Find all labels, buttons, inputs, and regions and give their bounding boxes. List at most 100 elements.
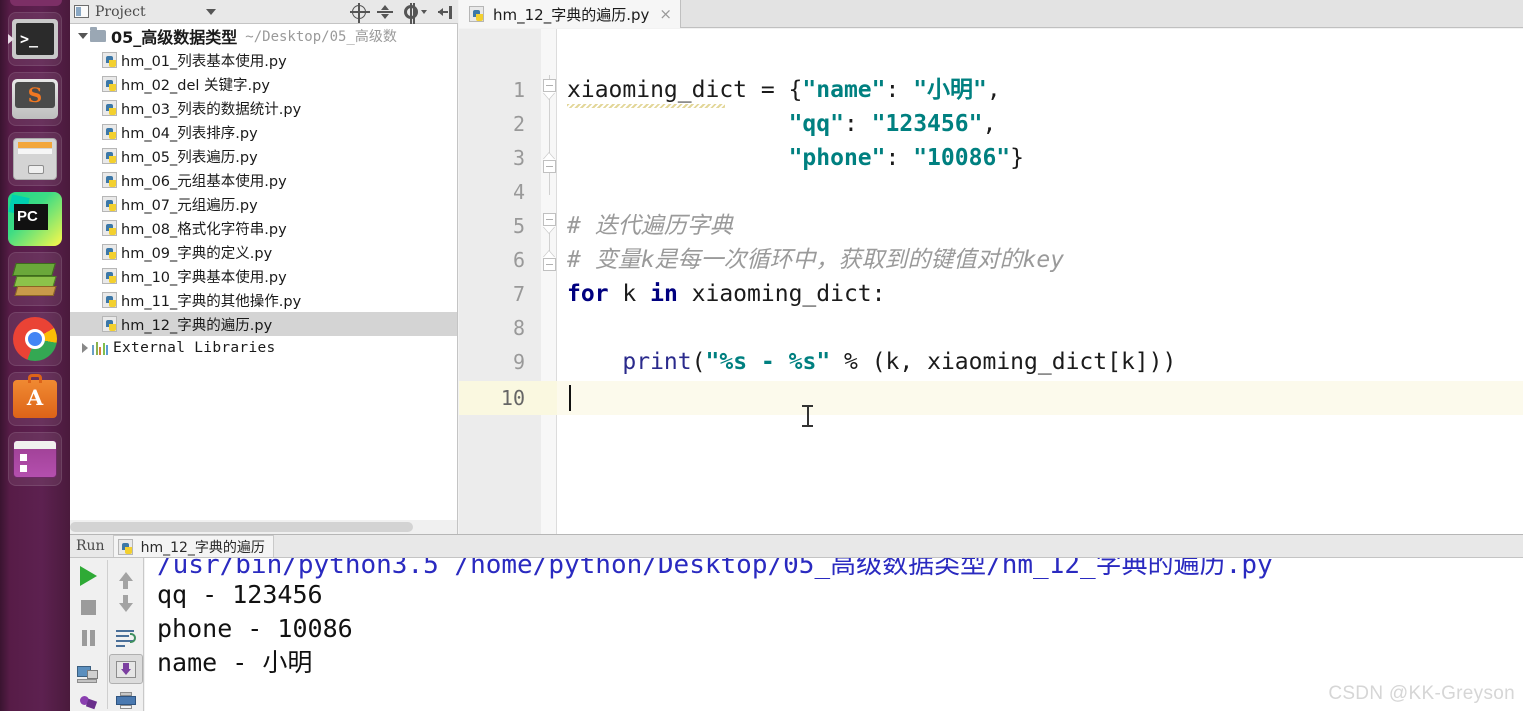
file-label: hm_11_字典的其他操作.py xyxy=(121,293,302,310)
launcher-item-pycharm[interactable]: PC xyxy=(8,192,62,246)
run-button[interactable] xyxy=(71,561,105,591)
python-file-icon xyxy=(102,292,117,308)
tree-row-file[interactable]: hm_07_元组遍历.py xyxy=(70,192,457,216)
pycharm-window: Project 05_高级数据类型 ~/Desktop/05_高级数 hm_01… xyxy=(70,0,1523,711)
tree-row-file[interactable]: hm_11_字典的其他操作.py xyxy=(70,288,457,312)
tree-row-project-root[interactable]: 05_高级数据类型 ~/Desktop/05_高级数 xyxy=(70,24,457,48)
launcher-item-dictionary[interactable] xyxy=(8,252,62,306)
python-file-icon xyxy=(117,538,133,555)
run-configuration-tab[interactable]: hm_12_字典的遍历 xyxy=(112,535,274,557)
project-tree-horizontal-scrollbar[interactable] xyxy=(70,520,458,534)
python-file-icon xyxy=(102,52,117,68)
launcher-item-files[interactable] xyxy=(8,132,62,186)
code-line-5[interactable]: # 迭代遍历字典 xyxy=(567,209,733,243)
project-panel-toolbar xyxy=(350,0,452,24)
rerun-failed-button[interactable] xyxy=(71,690,105,711)
files-icon xyxy=(13,138,57,180)
console-line-output: name - 小明 xyxy=(157,648,313,677)
collapse-all-icon[interactable] xyxy=(377,5,393,19)
file-label: hm_01_列表基本使用.py xyxy=(121,53,287,70)
terminal-icon: >_ xyxy=(12,19,58,59)
tree-row-file[interactable]: hm_05_列表遍历.py xyxy=(70,144,457,168)
python-file-icon xyxy=(102,196,117,212)
soft-wrap-button[interactable] xyxy=(109,623,143,653)
tree-row-file[interactable]: hm_03_列表的数据统计.py xyxy=(70,96,457,120)
code-line-9[interactable]: print("%s - %s" % (k, xiaoming_dict[k])) xyxy=(567,345,1176,379)
launcher-item-ubuntu-software[interactable]: A xyxy=(8,372,62,426)
project-tree[interactable]: 05_高级数据类型 ~/Desktop/05_高级数 hm_01_列表基本使用.… xyxy=(70,24,458,520)
line-number: 9 xyxy=(512,350,525,374)
hide-panel-icon[interactable] xyxy=(438,5,452,19)
code-line-3[interactable]: "phone": "10086"} xyxy=(567,141,1024,175)
fold-marker-end-icon[interactable] xyxy=(542,153,556,173)
launcher-item-google-chrome[interactable] xyxy=(8,312,62,366)
python-file-icon xyxy=(102,172,117,188)
run-console[interactable]: /usr/bin/python3.5 /home/python/Desktop/… xyxy=(145,558,1523,711)
file-label: hm_12_字典的遍历.py xyxy=(121,317,273,334)
pause-button[interactable] xyxy=(71,623,105,653)
line-number: 7 xyxy=(512,282,525,306)
launcher-item-terminal[interactable]: >_ xyxy=(8,12,62,66)
unity-launcher: >_ S PC A xyxy=(0,0,70,711)
show-monitor-button[interactable] xyxy=(71,659,105,689)
tree-row-file[interactable]: hm_04_列表排序.py xyxy=(70,120,457,144)
gear-menu-button[interactable] xyxy=(404,5,427,19)
fold-marker-end-icon[interactable] xyxy=(542,251,556,271)
file-label: hm_05_列表遍历.py xyxy=(121,149,258,166)
editor-tab-active[interactable]: hm_12_字典的遍历.py × xyxy=(459,0,681,28)
tree-row-file[interactable]: hm_10_字典基本使用.py xyxy=(70,264,457,288)
tree-row-file[interactable]: hm_08_格式化字符串.py xyxy=(70,216,457,240)
fold-marker-collapse-icon[interactable] xyxy=(542,79,556,99)
locate-target-icon[interactable] xyxy=(350,3,370,23)
chevron-down-icon xyxy=(421,10,427,14)
run-toolbar xyxy=(70,558,144,711)
expand-twisty-icon[interactable] xyxy=(76,33,90,39)
project-panel-header: Project xyxy=(70,0,458,24)
libraries-icon xyxy=(92,341,108,355)
run-configuration-label: hm_12_字典的遍历 xyxy=(140,539,265,556)
launcher-pip-icon xyxy=(8,34,14,44)
stop-icon xyxy=(80,599,96,615)
run-tool-window-title: Run xyxy=(76,538,105,554)
gear-icon xyxy=(404,5,418,19)
chevron-down-icon[interactable] xyxy=(205,8,216,15)
tree-row-file[interactable]: hm_02_del 关键字.py xyxy=(70,72,457,96)
print-button[interactable] xyxy=(109,685,143,711)
launcher-item-system-settings[interactable] xyxy=(8,432,62,486)
tree-row-file[interactable]: hm_06_元组基本使用.py xyxy=(70,168,457,192)
file-label: hm_07_元组遍历.py xyxy=(121,197,258,214)
code-editor[interactable]: 1 2 3 4 5 6 7 8 9 10 xiaoming_dict = {"n… xyxy=(459,29,1523,534)
code-line-1[interactable]: xiaoming_dict = {"name": "小明", xyxy=(567,73,1001,107)
code-line-2[interactable]: "qq": "123456", xyxy=(567,107,997,141)
line-number: 4 xyxy=(512,180,525,204)
scrollbar-thumb[interactable] xyxy=(70,522,413,532)
mouse-cursor-ibeam xyxy=(802,405,813,427)
tree-row-file[interactable]: hm_09_字典的定义.py xyxy=(70,240,457,264)
close-icon[interactable]: × xyxy=(659,6,672,22)
stop-button[interactable] xyxy=(71,592,105,622)
fold-marker-collapse-icon[interactable] xyxy=(542,213,556,233)
external-libraries-label: External Libraries xyxy=(113,340,276,356)
console-line-command: /usr/bin/python3.5 /home/python/Desktop/… xyxy=(157,558,1273,580)
next-occurrence-button[interactable] xyxy=(109,592,143,622)
code-line-6[interactable]: # 变量k是每一次循环中，获取到的键值对的key xyxy=(567,243,1064,277)
scroll-to-end-button[interactable] xyxy=(108,654,143,684)
editor-tab-bar: hm_12_字典的遍历.py × xyxy=(459,0,1523,28)
python-file-icon xyxy=(469,6,484,22)
code-line-7[interactable]: for k in xiaoming_dict: xyxy=(567,277,886,311)
file-label: hm_04_列表排序.py xyxy=(121,125,258,142)
tree-row-file-selected[interactable]: hm_12_字典的遍历.py xyxy=(70,312,457,336)
python-file-icon xyxy=(102,100,117,116)
console-line-output: phone - 10086 xyxy=(157,614,353,643)
previous-occurrence-button[interactable] xyxy=(109,561,143,591)
file-label: hm_06_元组基本使用.py xyxy=(121,173,287,190)
expand-twisty-icon[interactable] xyxy=(78,343,92,353)
python-file-icon xyxy=(102,148,117,164)
tree-row-external-libraries[interactable]: External Libraries xyxy=(70,336,457,360)
launcher-item-sublime-text[interactable]: S xyxy=(8,72,62,126)
pause-icon xyxy=(80,630,96,646)
python-file-icon xyxy=(102,124,117,140)
line-number: 3 xyxy=(512,146,525,170)
tree-row-file[interactable]: hm_01_列表基本使用.py xyxy=(70,48,457,72)
line-number: 2 xyxy=(512,112,525,136)
